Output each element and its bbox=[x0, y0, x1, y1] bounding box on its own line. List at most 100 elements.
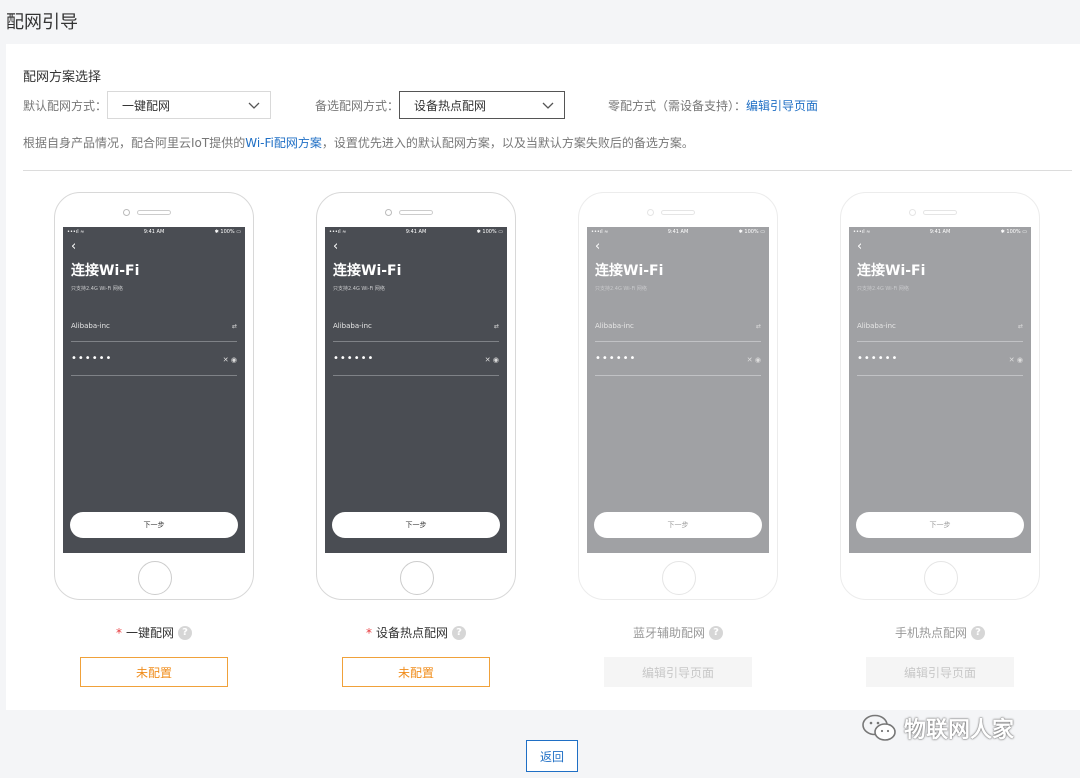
required-mark: * bbox=[365, 625, 372, 640]
wifi-solution-link[interactable]: Wi-Fi配网方案 bbox=[245, 136, 322, 150]
scheme-column-one-click: •••ıl ≈ 9:41 AM ✱ 100% ▭ ‹ 连接Wi-Fi 只支持2.… bbox=[54, 192, 254, 687]
phone-screen: •••ıl ≈ 9:41 AM ✱ 100% ▭ ‹ 连接Wi-Fi 只支持2.… bbox=[849, 227, 1031, 553]
config-card: 配网方案选择 默认配网方式： 一键配网 备选配网方式： 设备热点配网 零配方式（… bbox=[6, 44, 1080, 710]
ssid-text: Alibaba-inc bbox=[71, 322, 110, 330]
status-bar: •••ıl ≈ 9:41 AM ✱ 100% ▭ bbox=[587, 229, 769, 237]
switch-icon: ⇄ bbox=[231, 323, 237, 330]
phone-screen: •••ıl ≈ 9:41 AM ✱ 100% ▭ ‹ 连接Wi-Fi 只支持2.… bbox=[325, 227, 507, 553]
speaker-icon bbox=[923, 210, 957, 215]
switch-icon: ⇄ bbox=[493, 323, 499, 330]
screen-title: 连接Wi-Fi bbox=[71, 263, 140, 279]
help-icon[interactable]: ? bbox=[452, 625, 466, 640]
password-text: •••••• bbox=[71, 353, 113, 364]
configure-button[interactable]: 未配置 bbox=[342, 657, 490, 687]
scheme-name: 手机热点配网 bbox=[894, 626, 967, 640]
configure-button[interactable]: 未配置 bbox=[80, 657, 228, 687]
default-method-row: 默认配网方式： 一键配网 bbox=[23, 90, 272, 120]
watermark: 物联网人家 bbox=[862, 712, 1014, 744]
description-suffix: ，设置优先进入的默认配网方案，以及当默认方案失败后的备选方案。 bbox=[321, 136, 694, 150]
divider bbox=[23, 170, 1072, 171]
phone-preview: •••ıl ≈ 9:41 AM ✱ 100% ▭ ‹ 连接Wi-Fi 只支持2.… bbox=[316, 192, 516, 600]
return-button[interactable]: 返回 bbox=[526, 740, 578, 772]
back-arrow-icon: ‹ bbox=[595, 239, 601, 254]
backup-method-label: 备选配网方式： bbox=[315, 98, 400, 113]
password-text: •••••• bbox=[333, 353, 375, 364]
phone-preview: •••ıl ≈ 9:41 AM ✱ 100% ▭ ‹ 连接Wi-Fi 只支持2.… bbox=[840, 192, 1040, 600]
wechat-icon bbox=[862, 714, 896, 741]
speaker-icon bbox=[137, 210, 171, 215]
screen-title: 连接Wi-Fi bbox=[595, 263, 664, 279]
next-step-mock-button: 下一步 bbox=[594, 512, 762, 538]
phone-screen: •••ıl ≈ 9:41 AM ✱ 100% ▭ ‹ 连接Wi-Fi 只支持2.… bbox=[587, 227, 769, 553]
chevron-down-icon bbox=[248, 102, 260, 109]
watermark-text: 物联网人家 bbox=[904, 718, 1015, 743]
scheme-column-phone-hotspot: •••ıl ≈ 9:41 AM ✱ 100% ▭ ‹ 连接Wi-Fi 只支持2.… bbox=[840, 192, 1040, 687]
home-button-icon bbox=[662, 561, 696, 595]
backup-method-value: 设备热点配网 bbox=[414, 98, 487, 113]
status-bar: •••ıl ≈ 9:41 AM ✱ 100% ▭ bbox=[849, 229, 1031, 237]
field-underline bbox=[857, 341, 1023, 342]
default-method-label: 默认配网方式： bbox=[23, 98, 108, 113]
edit-guide-button[interactable]: 编辑引导页面 bbox=[604, 657, 752, 687]
zero-config-label: 零配方式（需设备支持）： bbox=[608, 98, 747, 113]
phone-screen: •••ıl ≈ 9:41 AM ✱ 100% ▭ ‹ 连接Wi-Fi 只支持2.… bbox=[63, 227, 245, 553]
battery-icon: ✱ 100% ▭ bbox=[738, 229, 765, 235]
camera-icon bbox=[909, 209, 916, 216]
edit-guide-button[interactable]: 编辑引导页面 bbox=[866, 657, 1014, 687]
screen-hint: 只支持2.4G Wi-Fi 网络 bbox=[595, 286, 647, 292]
help-icon[interactable]: ? bbox=[971, 625, 985, 640]
battery-icon: ✱ 100% ▭ bbox=[1000, 229, 1027, 235]
battery-icon: ✱ 100% ▭ bbox=[476, 229, 503, 235]
description-prefix: 根据自身产品情况，配合阿里云IoT提供的 bbox=[23, 136, 246, 150]
screen-title: 连接Wi-Fi bbox=[857, 263, 926, 279]
password-text: •••••• bbox=[857, 353, 899, 364]
scheme-name: 设备热点配网 bbox=[375, 626, 448, 640]
screen-title: 连接Wi-Fi bbox=[333, 263, 402, 279]
description: 根据自身产品情况，配合阿里云IoT提供的Wi-Fi配网方案，设置优先进入的默认配… bbox=[23, 134, 694, 151]
screen-hint: 只支持2.4G Wi-Fi 网络 bbox=[857, 286, 909, 292]
camera-icon bbox=[647, 209, 654, 216]
camera-icon bbox=[385, 209, 392, 216]
help-icon[interactable]: ? bbox=[709, 625, 723, 640]
field-underline bbox=[595, 341, 761, 342]
required-mark: * bbox=[115, 625, 122, 640]
field-underline bbox=[595, 375, 761, 376]
clear-eye-icon: ✕ ◉ bbox=[222, 356, 237, 364]
screen-hint: 只支持2.4G Wi-Fi 网络 bbox=[333, 286, 385, 292]
backup-method-select[interactable]: 设备热点配网 bbox=[399, 91, 566, 119]
next-step-mock-button: 下一步 bbox=[856, 512, 1024, 538]
speaker-icon bbox=[399, 210, 433, 215]
battery-icon: ✱ 100% ▭ bbox=[214, 229, 241, 235]
help-icon[interactable]: ? bbox=[178, 625, 192, 640]
default-method-select[interactable]: 一键配网 bbox=[107, 91, 272, 119]
page-title: 配网引导 bbox=[6, 12, 78, 33]
chevron-down-icon bbox=[542, 102, 554, 109]
field-underline bbox=[333, 375, 499, 376]
clear-eye-icon: ✕ ◉ bbox=[1008, 356, 1023, 364]
switch-icon: ⇄ bbox=[1017, 323, 1023, 330]
clear-eye-icon: ✕ ◉ bbox=[484, 356, 499, 364]
section-title: 配网方案选择 bbox=[23, 70, 102, 85]
next-step-mock-button: 下一步 bbox=[70, 512, 238, 538]
zero-config-edit-link[interactable]: 编辑引导页面 bbox=[746, 97, 818, 114]
clear-eye-icon: ✕ ◉ bbox=[746, 356, 761, 364]
home-button-icon bbox=[400, 561, 434, 595]
field-underline bbox=[71, 341, 237, 342]
status-bar: •••ıl ≈ 9:41 AM ✱ 100% ▭ bbox=[325, 229, 507, 237]
phone-preview: •••ıl ≈ 9:41 AM ✱ 100% ▭ ‹ 连接Wi-Fi 只支持2.… bbox=[578, 192, 778, 600]
screen-hint: 只支持2.4G Wi-Fi 网络 bbox=[71, 286, 123, 292]
scheme-name: 一键配网 bbox=[125, 626, 174, 640]
scheme-name: 蓝牙辅助配网 bbox=[632, 626, 705, 640]
backup-method-row: 备选配网方式： 设备热点配网 bbox=[315, 90, 566, 120]
scheme-column-hotspot: •••ıl ≈ 9:41 AM ✱ 100% ▭ ‹ 连接Wi-Fi 只支持2.… bbox=[316, 192, 516, 687]
field-underline bbox=[333, 341, 499, 342]
camera-icon bbox=[123, 209, 130, 216]
ssid-text: Alibaba-inc bbox=[595, 322, 634, 330]
phone-preview: •••ıl ≈ 9:41 AM ✱ 100% ▭ ‹ 连接Wi-Fi 只支持2.… bbox=[54, 192, 254, 600]
ssid-text: Alibaba-inc bbox=[857, 322, 896, 330]
scheme-label: * 一键配网 ? bbox=[54, 624, 254, 641]
ssid-text: Alibaba-inc bbox=[333, 322, 372, 330]
scheme-column-bluetooth: •••ıl ≈ 9:41 AM ✱ 100% ▭ ‹ 连接Wi-Fi 只支持2.… bbox=[578, 192, 778, 687]
scheme-label: 蓝牙辅助配网 ? bbox=[578, 624, 778, 641]
back-arrow-icon: ‹ bbox=[333, 239, 339, 254]
